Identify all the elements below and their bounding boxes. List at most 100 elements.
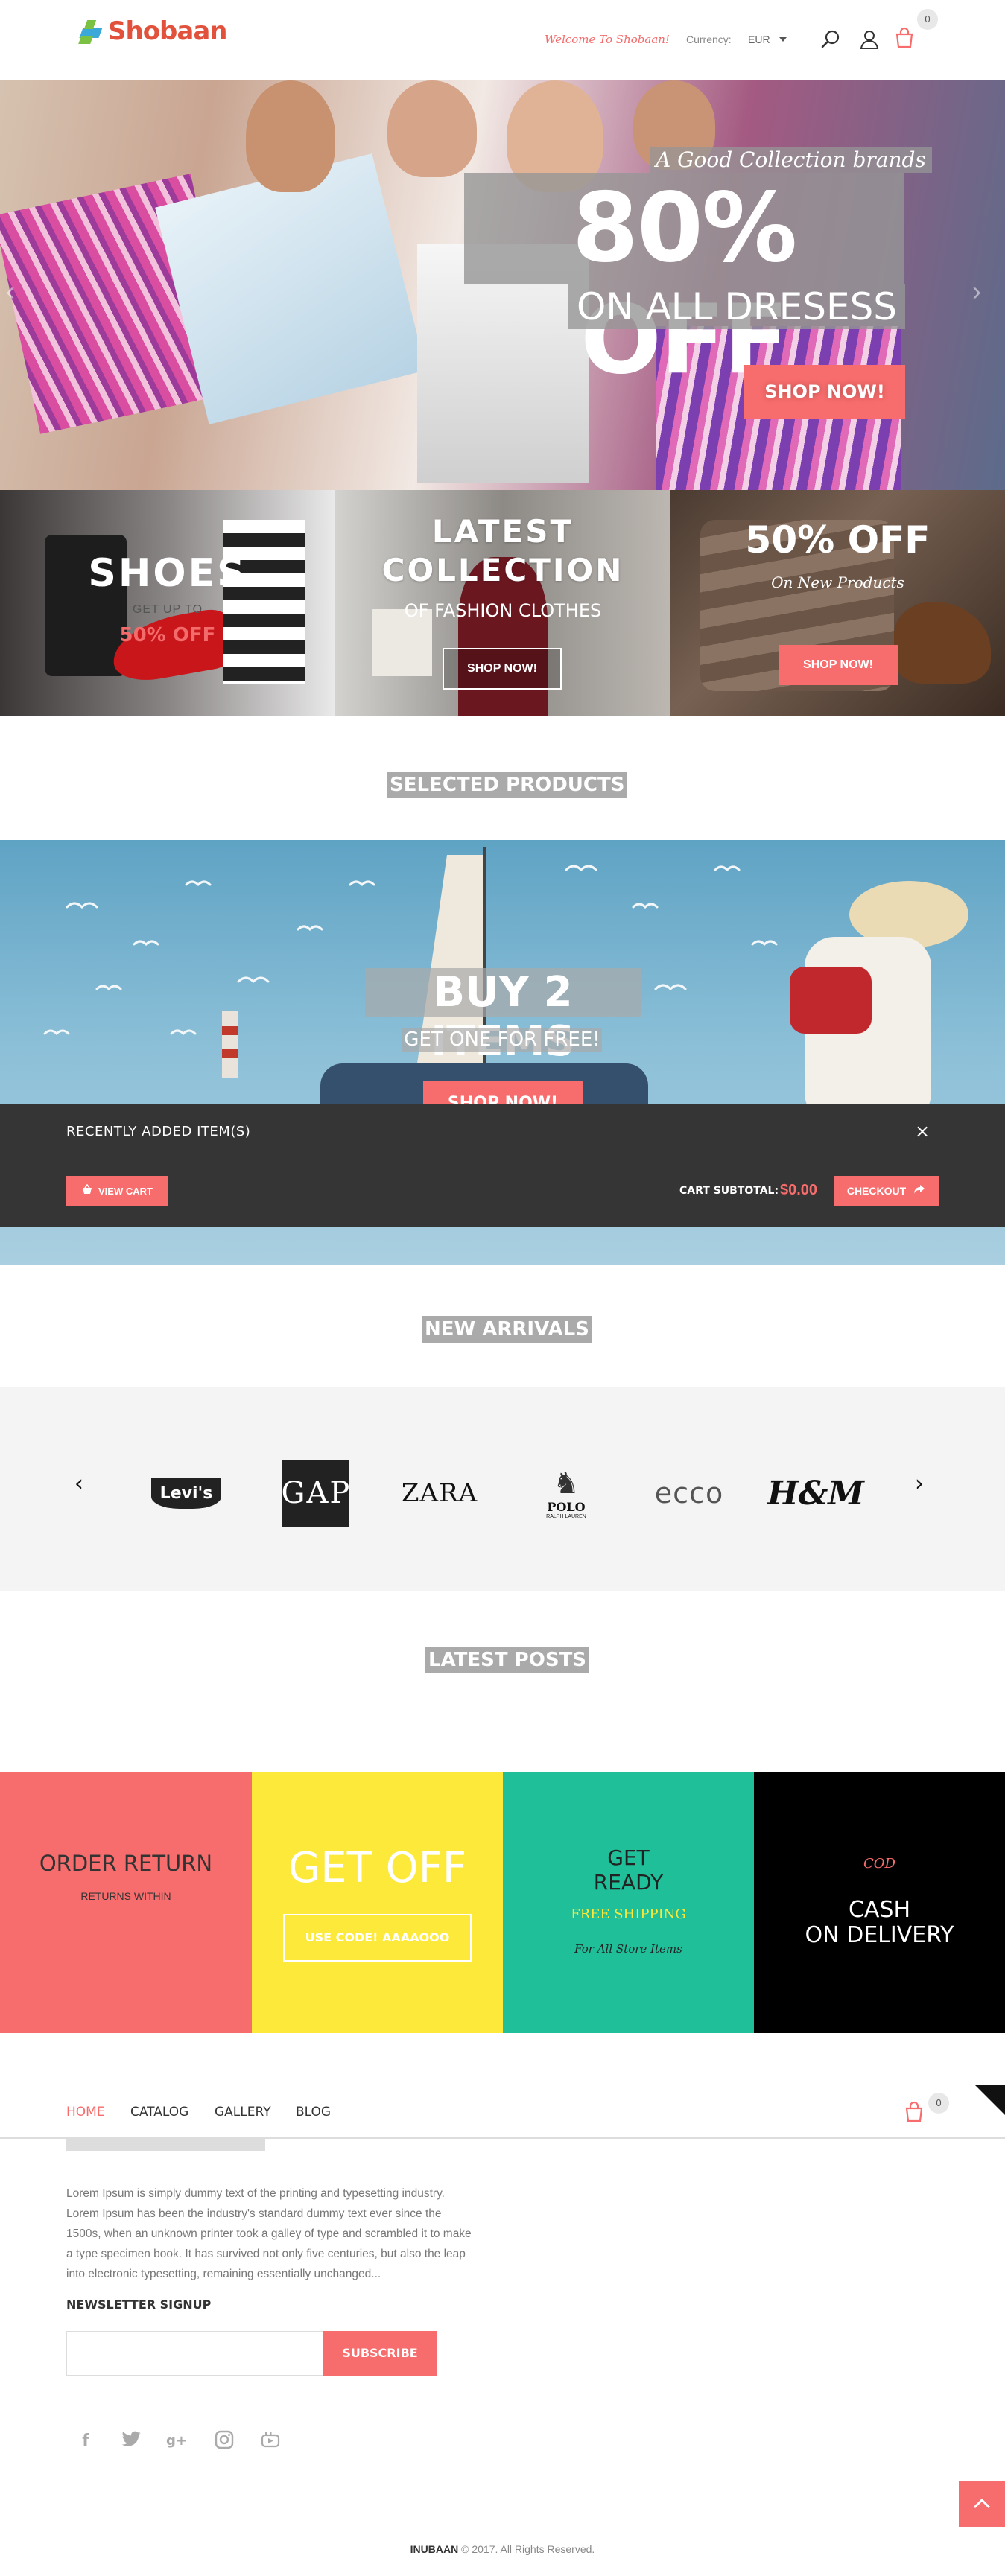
brand-logo-hm[interactable]: H&M (767, 1460, 864, 1527)
section-title-latest-posts: LATEST POSTS (425, 1647, 590, 1673)
service-order-return[interactable]: ORDER RETURN RETURNS WITHIN (0, 1772, 252, 2033)
banner-latest-collection[interactable]: LATEST COLLECTION OF FASHION CLOTHES SHOP… (335, 490, 670, 716)
promo-title: BUY 2 ITEMS (365, 968, 641, 1066)
brand-hm-text: H&M (767, 1474, 865, 1513)
promo-subtitle: GET ONE FOR FREE! (402, 1028, 602, 1052)
service-cash-on-delivery[interactable]: COD CASH ON DELIVERY (754, 1772, 1005, 2033)
brand-ecco-text: ecco (654, 1477, 724, 1510)
corner-toggle[interactable] (975, 2085, 1005, 2115)
youtube-icon[interactable] (259, 2430, 282, 2452)
service-get-ready-line2: READY (593, 1870, 664, 1895)
brand-logo-gap[interactable]: GAP (279, 1460, 350, 1527)
banner-collection-title-line1: LATEST (431, 513, 574, 550)
footer-cart-count-badge: 0 (928, 2093, 949, 2114)
model-face-image (246, 80, 335, 192)
banner-shoes-line1: GET UP TO (132, 603, 203, 616)
service-get-ready-line1: GET (607, 1845, 650, 1870)
service-cod-line1: CASH (848, 1897, 911, 1923)
back-to-top-button[interactable] (959, 2481, 1005, 2527)
currency-selector[interactable]: EUR (748, 34, 770, 45)
service-cod-title: CASH ON DELIVERY (754, 1898, 1005, 1948)
copyright-rest: © 2017. All Rights Reserved. (458, 2543, 595, 2555)
copyright-text: INUBAAN © 2017. All Rights Reserved. (0, 2543, 1005, 2555)
instagram-icon[interactable] (213, 2430, 235, 2452)
carousel-prev-icon[interactable]: ‹ (74, 1471, 83, 1497)
banner-collection-subtitle: OF FASHION CLOTHES (404, 600, 602, 621)
banner-50-off[interactable]: 50% OFF On New Products SHOP NOW! (670, 490, 1005, 716)
brand-logo-polo[interactable]: ♞ POLO RALPH LAUREN (533, 1460, 600, 1527)
google-plus-icon[interactable]: g+ (165, 2430, 188, 2452)
brand-polo-subtext: RALPH LAUREN (546, 1514, 586, 1519)
service-get-ready-caption: For All Store Items (574, 1942, 682, 1956)
banner-50-off-subtitle: On New Products (771, 573, 904, 591)
close-icon[interactable]: × (915, 1121, 930, 1142)
user-icon[interactable] (858, 28, 881, 51)
service-get-off-title: GET OFF (288, 1844, 467, 1892)
cart-subtotal-value: $0.00 (780, 1182, 818, 1198)
hero-next-arrow-icon[interactable]: › (972, 276, 981, 307)
hero-prev-arrow-icon[interactable]: ‹ (6, 276, 15, 307)
copyright-brand: INUBAAN (410, 2543, 459, 2555)
service-get-ready[interactable]: GET READY FREE SHIPPING For All Store Ite… (503, 1772, 754, 2033)
chevron-up-icon (973, 2498, 991, 2509)
model-face-image (387, 80, 477, 177)
section-title-selected-products: SELECTED PRODUCTS (387, 772, 628, 798)
checkout-label: CHECKOUT (846, 1185, 907, 1197)
search-icon[interactable] (819, 28, 842, 51)
logo-mark-icon (78, 17, 105, 45)
banner-shoes-line2: 50% OFF (119, 624, 216, 646)
carousel-next-icon[interactable]: › (915, 1471, 924, 1497)
striped-box-image (223, 520, 305, 684)
cart-icon[interactable] (893, 27, 916, 49)
service-cod-label: COD (863, 1856, 895, 1871)
checkout-button[interactable]: CHECKOUT (834, 1176, 939, 1206)
service-get-off[interactable]: GET OFF USE CODE! AAAAOOO (252, 1772, 503, 2033)
hero-subtitle: ON ALL DRESESS (568, 284, 905, 329)
footer-logo-placeholder (66, 2139, 265, 2151)
service-get-ready-title: GET READY (503, 1845, 754, 1895)
minicart-popup: RECENTLY ADDED ITEM(S) × VIEW CART CART … (0, 1104, 1005, 1227)
service-cod-line2: ON DELIVERY (805, 1922, 954, 1948)
welcome-message: Welcome To Shobaan! (545, 33, 670, 46)
brand-logo-ecco[interactable]: ecco (644, 1460, 734, 1527)
hero-shop-now-button[interactable]: SHOP NOW! (744, 365, 905, 419)
banner-collection-shop-button[interactable]: SHOP NOW! (443, 648, 562, 690)
hero-tagline: A Good Collection brands (650, 147, 932, 173)
view-cart-button[interactable]: VIEW CART (66, 1176, 168, 1206)
banner-50-off-shop-button[interactable]: SHOP NOW! (779, 645, 898, 685)
nav-catalog[interactable]: CATALOG (130, 2105, 188, 2119)
view-cart-label: VIEW CART (98, 1185, 153, 1197)
service-free-shipping: FREE SHIPPING (571, 1906, 686, 1922)
banner-collection-title: LATEST COLLECTION (335, 512, 670, 590)
use-code-button[interactable]: USE CODE! AAAAOOO (283, 1914, 472, 1962)
site-logo[interactable]: Shobaan (78, 16, 227, 46)
polo-horse-icon: ♞ (553, 1467, 580, 1500)
nav-blog[interactable]: BLOG (296, 2105, 331, 2119)
facebook-icon[interactable]: f (74, 2430, 97, 2452)
service-order-return-title: ORDER RETURN (39, 1851, 213, 1876)
twitter-icon[interactable] (121, 2430, 143, 2452)
logo-text: Shobaan (108, 16, 227, 46)
footer-cart-icon[interactable] (903, 2101, 925, 2123)
nav-home[interactable]: HOME (66, 2105, 105, 2119)
brand-logo-zara[interactable]: ZARA (395, 1460, 484, 1527)
newsletter-email-input[interactable] (66, 2331, 323, 2376)
newsletter-label: NEWSLETTER SIGNUP (66, 2297, 212, 2312)
banner-50-off-title: 50% OFF (745, 518, 931, 562)
brand-zara-text: ZARA (401, 1478, 478, 1508)
banner-shoes-title: SHOES (88, 551, 247, 596)
basket-icon (82, 1183, 92, 1198)
shoe-image (894, 602, 991, 684)
currency-label: Currency: (686, 34, 732, 45)
banner-shoes[interactable]: SHOES GET UP TO 50% OFF (0, 490, 335, 716)
brand-levis-text: Levi's (150, 1478, 222, 1509)
brand-logo-levis[interactable]: Levi's (145, 1460, 227, 1527)
banner-collection-title-line2: COLLECTION (381, 552, 624, 588)
subscribe-button[interactable]: SUBSCRIBE (323, 2331, 437, 2376)
nav-gallery[interactable]: GALLERY (215, 2105, 271, 2119)
brand-gap-text: GAP (281, 1460, 349, 1527)
share-arrow-icon (913, 1184, 925, 1198)
caret-down-icon[interactable] (779, 37, 787, 42)
section-title-new-arrivals: NEW ARRIVALS (422, 1316, 592, 1343)
cart-count-badge: 0 (917, 9, 938, 30)
